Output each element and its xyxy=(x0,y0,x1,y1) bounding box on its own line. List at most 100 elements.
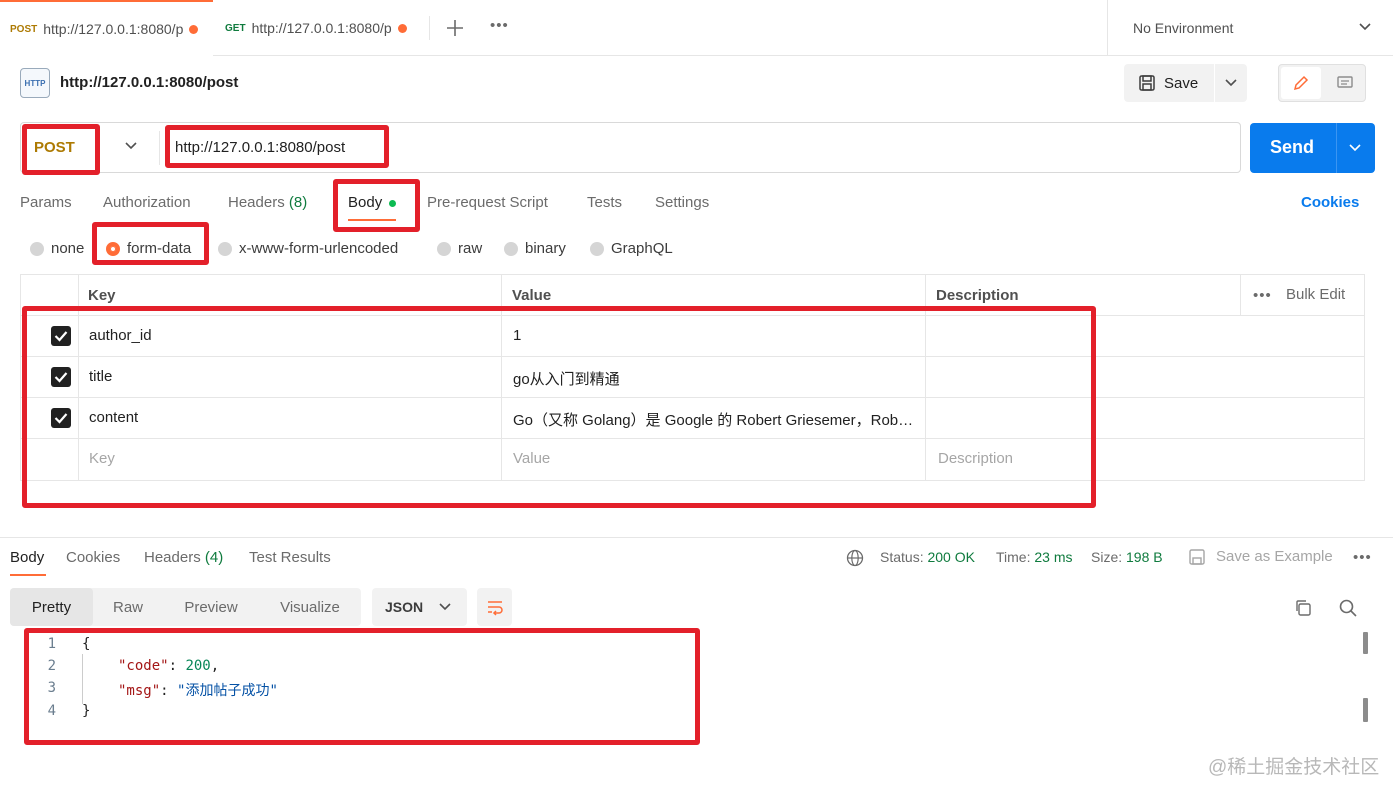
table-more-options-icon[interactable]: ••• xyxy=(1253,287,1272,304)
method-selector[interactable]: POST xyxy=(34,139,75,156)
unsaved-dot-icon xyxy=(189,24,199,34)
col-divider xyxy=(1240,275,1241,315)
radio-circle-icon xyxy=(504,241,518,256)
edit-pencil-icon[interactable] xyxy=(1281,67,1321,99)
save-options-chevron-icon[interactable] xyxy=(1224,78,1238,88)
tab-body-underline xyxy=(348,219,396,221)
col-divider xyxy=(501,275,502,480)
row-divider xyxy=(21,356,1364,357)
bulk-edit-link[interactable]: Bulk Edit xyxy=(1286,286,1345,303)
send-button[interactable]: Send xyxy=(1250,123,1375,173)
tab-method-post: POST xyxy=(10,23,38,35)
radio-urlencoded[interactable]: x-www-form-urlencoded xyxy=(218,240,398,257)
save-button[interactable]: Save xyxy=(1124,64,1247,102)
environment-selector[interactable]: No Environment xyxy=(1107,0,1393,56)
tab-get-request[interactable]: GET http://127.0.0.1:8080/post xyxy=(215,0,428,56)
response-size: Size: 198 B xyxy=(1091,549,1163,565)
wrap-lines-icon[interactable] xyxy=(477,588,512,626)
response-divider xyxy=(0,537,1393,538)
tab-headers[interactable]: Headers (8) xyxy=(228,194,307,211)
radio-circle-icon xyxy=(30,241,44,256)
new-key-input[interactable]: Key xyxy=(89,450,115,467)
row-checkbox[interactable] xyxy=(51,326,71,346)
response-tab-cookies[interactable]: Cookies xyxy=(66,549,120,566)
row-value[interactable]: Go（又称 Golang）是 Google 的 Robert Griesemer… xyxy=(513,409,921,430)
scrollbar-thumb[interactable] xyxy=(1363,632,1368,654)
row-checkbox[interactable] xyxy=(51,367,71,387)
tab-post-request[interactable]: POST http://127.0.0.1:8080/post xyxy=(0,0,213,56)
unsaved-dot-icon xyxy=(397,23,407,33)
response-more-options-icon[interactable]: ••• xyxy=(1353,549,1372,566)
format-raw[interactable]: Raw xyxy=(93,588,163,626)
json-sep: : xyxy=(160,683,178,699)
format-visualize[interactable]: Visualize xyxy=(259,588,361,626)
save-label: Save xyxy=(1164,74,1199,92)
request-tab-bar: POST http://127.0.0.1:8080/post GET http… xyxy=(0,0,1393,56)
save-as-example-button[interactable]: Save as Example xyxy=(1216,548,1333,565)
radio-circle-icon xyxy=(590,241,604,256)
new-value-input[interactable]: Value xyxy=(513,450,550,467)
new-description-input[interactable]: Description xyxy=(938,450,1013,467)
line-number: 2 xyxy=(47,658,56,674)
tab-prerequest-script[interactable]: Pre-request Script xyxy=(427,194,548,211)
radio-binary[interactable]: binary xyxy=(504,240,566,257)
environment-label: No Environment xyxy=(1133,20,1234,36)
radio-graphql[interactable]: GraphQL xyxy=(590,240,673,257)
url-input[interactable] xyxy=(175,139,575,156)
send-options-chevron-icon[interactable] xyxy=(1348,143,1362,153)
cookies-link[interactable]: Cookies xyxy=(1301,194,1359,211)
comment-icon[interactable] xyxy=(1325,67,1365,99)
send-split-divider xyxy=(1336,123,1337,173)
tab-body[interactable]: Body xyxy=(348,194,397,211)
format-preview[interactable]: Preview xyxy=(163,588,259,626)
radio-form-data[interactable]: form-data xyxy=(106,240,191,257)
language-selector[interactable]: JSON xyxy=(372,588,467,626)
globe-icon[interactable] xyxy=(846,549,864,567)
response-format-group: Pretty Raw Preview Visualize xyxy=(10,588,361,626)
tab-tests[interactable]: Tests xyxy=(587,194,622,211)
method-chevron-down-icon[interactable] xyxy=(124,141,138,151)
size-label: Size: xyxy=(1091,549,1123,565)
format-pretty[interactable]: Pretty xyxy=(10,588,93,626)
scrollbar-thumb[interactable] xyxy=(1363,698,1368,722)
request-title[interactable]: http://127.0.0.1:8080/post xyxy=(60,74,238,91)
indent-guide xyxy=(82,654,83,704)
column-header-key: Key xyxy=(88,287,116,304)
tab-authorization[interactable]: Authorization xyxy=(103,194,191,211)
row-key[interactable]: title xyxy=(89,368,489,385)
response-tab-headers[interactable]: Headers (4) xyxy=(144,549,223,566)
copy-icon[interactable] xyxy=(1293,598,1313,618)
row-value[interactable]: go从入门到精通 xyxy=(513,368,918,389)
row-key[interactable]: content xyxy=(89,409,489,426)
save-split-divider xyxy=(1214,64,1215,102)
code-line: "msg": "添加帖子成功" xyxy=(118,680,278,700)
status-label: Status: xyxy=(880,549,924,565)
json-comma: , xyxy=(210,658,220,674)
row-checkbox[interactable] xyxy=(51,408,71,428)
response-tab-test-results[interactable]: Test Results xyxy=(249,549,331,566)
tab-method-get: GET xyxy=(225,22,246,34)
response-tab-body[interactable]: Body xyxy=(10,549,44,566)
search-icon[interactable] xyxy=(1338,598,1358,618)
radio-raw[interactable]: raw xyxy=(437,240,482,257)
radio-label: raw xyxy=(458,240,483,257)
tab-settings[interactable]: Settings xyxy=(655,194,709,211)
tab-params[interactable]: Params xyxy=(20,194,72,211)
response-headers-label: Headers xyxy=(144,549,201,566)
http-request-icon: HTTP xyxy=(20,68,50,98)
row-divider xyxy=(21,397,1364,398)
row-value[interactable]: 1 xyxy=(513,327,918,344)
column-header-description: Description xyxy=(936,287,1019,304)
save-disk-icon xyxy=(1138,74,1156,92)
radio-label: none xyxy=(51,240,85,257)
new-tab-plus-icon[interactable] xyxy=(445,18,465,38)
line-number: 4 xyxy=(47,703,56,719)
line-number: 1 xyxy=(47,636,56,652)
brace-close: } xyxy=(82,703,91,719)
radio-none[interactable]: none xyxy=(30,240,84,257)
json-sep: : xyxy=(168,658,186,674)
form-data-table: Key Value Description ••• Bulk Edit auth… xyxy=(20,274,1365,481)
more-tabs-icon[interactable]: ••• xyxy=(490,17,509,34)
row-key[interactable]: author_id xyxy=(89,327,489,344)
response-time: Time: 23 ms xyxy=(996,549,1073,565)
